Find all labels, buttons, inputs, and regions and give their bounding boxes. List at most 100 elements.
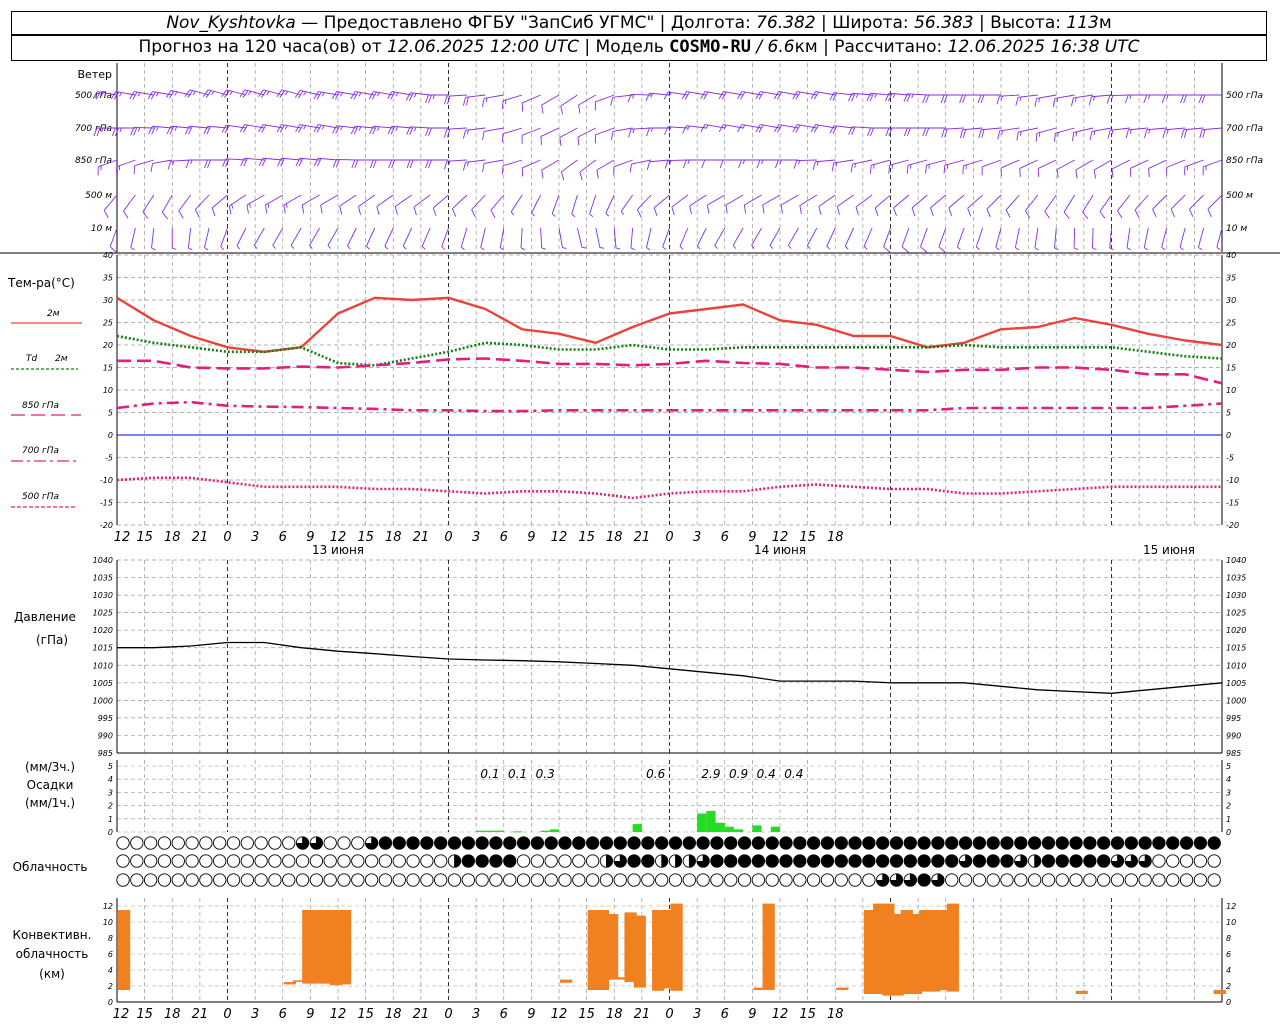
cloud-cover-symbol [710,854,724,868]
wind-barb-feather [541,169,544,179]
cloud-circle [185,836,199,850]
wind-barb [116,159,136,176]
cloud-cover-symbol [1055,873,1069,887]
wind-barb-half-feather [466,129,469,135]
wind-barb-shaft [986,194,1002,210]
wind-barb-feather [980,94,985,104]
cloud-fill-full [710,836,724,850]
cloud-fill-full [724,854,737,868]
wind-barb [671,194,689,216]
wind-barb-shaft [421,227,431,247]
wind-barb-feather [1099,211,1106,219]
wind-barb-feather [941,129,945,138]
wind-barb-half-feather [340,126,343,131]
precip-3h-label: 2.9 [701,767,720,781]
precip-bar [706,810,716,832]
wind-barb [171,228,177,250]
wind-barb [869,159,891,174]
wind-barb-shaft [551,194,560,214]
wind-barb [1161,227,1168,251]
wind-barb [589,194,597,218]
time-tick-label-bottom: 9 [748,1007,756,1022]
wind-barb-feather [996,96,1000,105]
cloud-circle [378,873,393,887]
cloud-circle [972,873,987,887]
wind-barb-feather [1134,209,1140,218]
wind-barb-shaft [938,227,947,247]
wind-barb [769,227,781,249]
wind-barb [706,194,725,214]
wind-barb-half-feather [309,245,313,249]
cloud-cover-symbol [834,836,848,850]
time-tick-label: 18 [606,530,623,545]
wind-barb-shaft [471,194,486,210]
wind-barb-feather [774,159,779,169]
legend-td-symbol: Td [26,354,37,364]
time-tick-label-bottom: 3 [693,1007,701,1022]
wind-barb-feather [482,131,485,140]
cloud-fill-full [1069,836,1083,850]
cloud-cover-symbol [171,836,185,850]
wind-barb [290,227,302,249]
wind-barb [1099,194,1112,219]
wind-barb [962,159,983,175]
wind-barb-shaft [576,227,583,248]
cloud-circle [116,873,130,887]
wind-barb-feather [560,171,565,181]
cloud-cover-symbol [420,873,434,887]
cloud-fill-full [1014,836,1028,850]
convective-bar [670,903,683,991]
wind-barb-half-feather [377,126,380,131]
wind-barb-half-feather [714,245,718,249]
wind-barb [714,227,726,249]
wind-barb-half-feather [395,92,399,97]
cloud-cover-symbol [1055,854,1069,868]
wind-barb-half-feather [151,247,156,251]
cloud-fill-full [1097,854,1110,868]
wind-barb [1207,194,1223,218]
wind-barb [309,227,320,249]
cloud-cover-symbol [737,836,752,850]
wind-barb-feather [645,93,650,102]
wind-barb [264,194,283,214]
wind-barb [826,227,836,250]
wind-barb [387,91,412,100]
cloud-cover-symbol [447,854,462,868]
cloud-circle [765,873,779,887]
wind-barb-feather [283,204,286,214]
cloud-cover-symbol [530,854,545,868]
cloud-fill-full [807,854,820,868]
wind-barb-shaft [460,227,468,248]
temp-ytick-left: -20 [100,521,113,530]
cloud-cover-symbol [599,854,614,868]
cloud-circle [503,873,517,887]
wind-barb-shaft [195,194,210,210]
cloud-cover-symbol [724,854,738,868]
wind-barb-half-feather [630,247,635,251]
wind-barb [810,91,836,100]
cloud-legend-title: Облачность [13,860,88,874]
cloud-cover-symbol [765,836,779,850]
cloud-circle [530,873,545,887]
cloud-cover-symbol [268,854,282,868]
cloud-circle [282,836,296,850]
convective-bar [633,915,646,988]
cloud-fill-full [1166,836,1179,850]
wind-barb-feather [1170,208,1175,218]
cloud-cover-symbol [143,854,158,868]
conv-ytick-right: 10 [1226,918,1236,927]
wind-barb-half-feather [284,125,288,130]
wind-barb-half-feather [460,246,465,251]
cloud-circle [1207,873,1221,887]
precip-3h-label: 0.4 [757,767,776,781]
wind-barb-half-feather [1129,129,1132,134]
wind-barb-half-feather [855,93,859,98]
wind-barb-feather [185,159,190,169]
wind-barb [1134,194,1149,218]
cloud-fill-full [586,836,599,850]
wind-barb [187,227,193,251]
wind-barb-feather [462,162,466,171]
wind-barb [327,227,339,249]
cloud-circle [530,854,545,868]
cloud-circle [862,873,876,887]
